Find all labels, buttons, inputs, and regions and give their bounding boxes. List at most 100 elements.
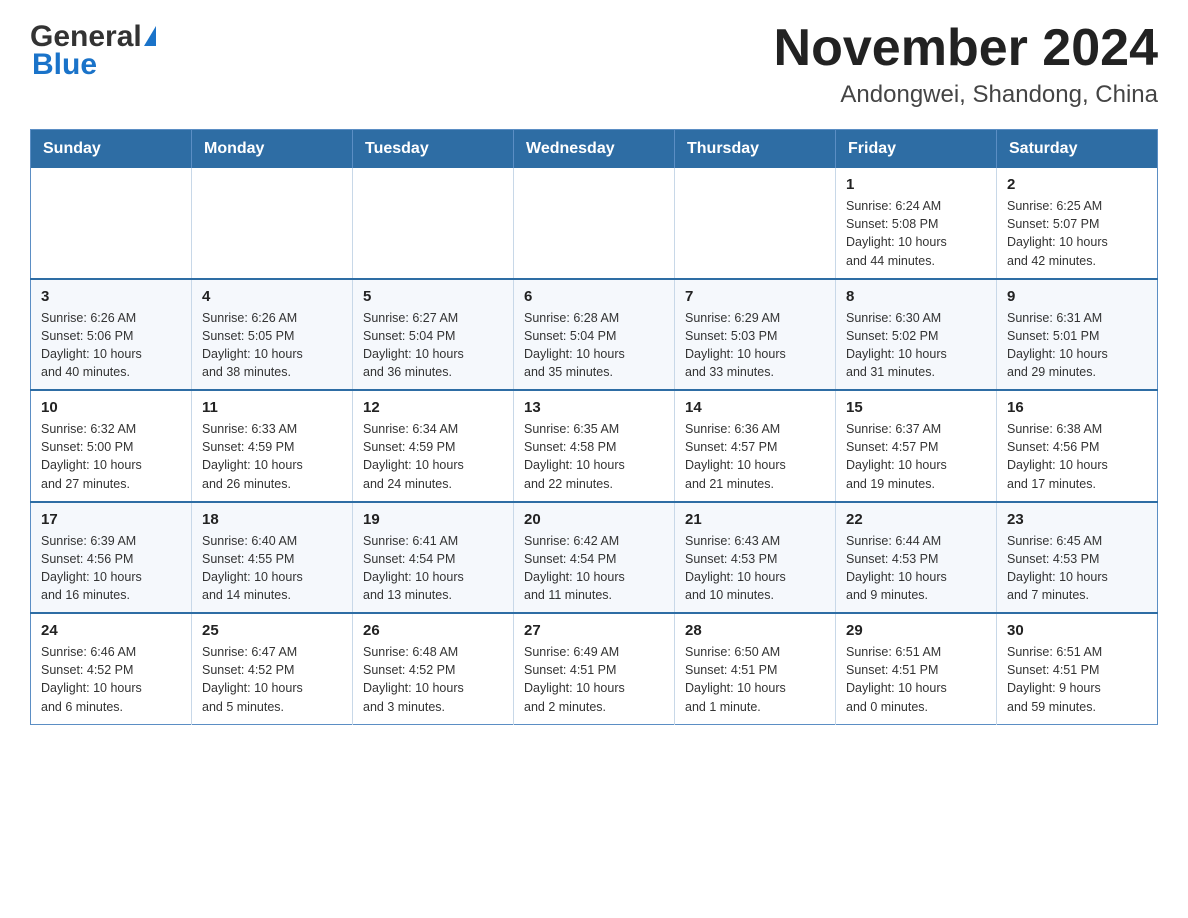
calendar-cell: 15 Sunrise: 6:37 AM Sunset: 4:57 PM Dayli…	[836, 390, 997, 502]
day-info: Sunrise: 6:27 AM Sunset: 5:04 PM Dayligh…	[363, 309, 503, 382]
calendar-cell: 29 Sunrise: 6:51 AM Sunset: 4:51 PM Dayli…	[836, 613, 997, 724]
day-info: Sunrise: 6:50 AM Sunset: 4:51 PM Dayligh…	[685, 643, 825, 716]
day-number: 25	[202, 622, 342, 639]
day-number: 26	[363, 622, 503, 639]
day-info: Sunrise: 6:49 AM Sunset: 4:51 PM Dayligh…	[524, 643, 664, 716]
calendar-cell: 7 Sunrise: 6:29 AM Sunset: 5:03 PM Daylig…	[675, 279, 836, 391]
day-info: Sunrise: 6:42 AM Sunset: 4:54 PM Dayligh…	[524, 532, 664, 605]
calendar-cell: 25 Sunrise: 6:47 AM Sunset: 4:52 PM Dayli…	[192, 613, 353, 724]
header-saturday: Saturday	[997, 130, 1158, 169]
day-number: 24	[41, 622, 181, 639]
calendar-cell	[675, 168, 836, 279]
day-number: 9	[1007, 288, 1147, 305]
calendar-cell: 18 Sunrise: 6:40 AM Sunset: 4:55 PM Dayli…	[192, 502, 353, 614]
day-info: Sunrise: 6:40 AM Sunset: 4:55 PM Dayligh…	[202, 532, 342, 605]
day-info: Sunrise: 6:38 AM Sunset: 4:56 PM Dayligh…	[1007, 420, 1147, 493]
calendar-cell: 10Sunrise: 6:32 AM Sunset: 5:00 PM Dayli…	[31, 390, 192, 502]
logo-blue: Blue	[32, 48, 97, 82]
day-number: 19	[363, 511, 503, 528]
calendar-cell: 20 Sunrise: 6:42 AM Sunset: 4:54 PM Dayli…	[514, 502, 675, 614]
day-info: Sunrise: 6:25 AM Sunset: 5:07 PM Dayligh…	[1007, 197, 1147, 270]
calendar-cell: 4 Sunrise: 6:26 AM Sunset: 5:05 PM Daylig…	[192, 279, 353, 391]
title-block: November 2024 Andongwei, Shandong, China	[774, 20, 1158, 109]
day-number: 1	[846, 176, 986, 193]
calendar-cell: 28Sunrise: 6:50 AM Sunset: 4:51 PM Dayli…	[675, 613, 836, 724]
day-number: 7	[685, 288, 825, 305]
day-number: 27	[524, 622, 664, 639]
day-info: Sunrise: 6:26 AM Sunset: 5:05 PM Dayligh…	[202, 309, 342, 382]
calendar-week-row: 24 Sunrise: 6:46 AM Sunset: 4:52 PM Dayli…	[31, 613, 1158, 724]
calendar-cell	[192, 168, 353, 279]
calendar-cell: 17Sunrise: 6:39 AM Sunset: 4:56 PM Dayli…	[31, 502, 192, 614]
day-info: Sunrise: 6:26 AM Sunset: 5:06 PM Dayligh…	[41, 309, 181, 382]
day-info: Sunrise: 6:51 AM Sunset: 4:51 PM Dayligh…	[846, 643, 986, 716]
header-sunday: Sunday	[31, 130, 192, 169]
day-info: Sunrise: 6:34 AM Sunset: 4:59 PM Dayligh…	[363, 420, 503, 493]
day-info: Sunrise: 6:44 AM Sunset: 4:53 PM Dayligh…	[846, 532, 986, 605]
day-number: 23	[1007, 511, 1147, 528]
header-monday: Monday	[192, 130, 353, 169]
logo: General Blue	[30, 20, 156, 82]
day-info: Sunrise: 6:48 AM Sunset: 4:52 PM Dayligh…	[363, 643, 503, 716]
day-number: 14	[685, 399, 825, 416]
calendar-cell: 27 Sunrise: 6:49 AM Sunset: 4:51 PM Dayli…	[514, 613, 675, 724]
calendar-cell: 22Sunrise: 6:44 AM Sunset: 4:53 PM Dayli…	[836, 502, 997, 614]
calendar-cell: 2 Sunrise: 6:25 AM Sunset: 5:07 PM Daylig…	[997, 168, 1158, 279]
calendar-cell	[31, 168, 192, 279]
calendar-cell: 1 Sunrise: 6:24 AM Sunset: 5:08 PM Daylig…	[836, 168, 997, 279]
header-thursday: Thursday	[675, 130, 836, 169]
day-number: 12	[363, 399, 503, 416]
calendar-cell: 26 Sunrise: 6:48 AM Sunset: 4:52 PM Dayli…	[353, 613, 514, 724]
day-info: Sunrise: 6:43 AM Sunset: 4:53 PM Dayligh…	[685, 532, 825, 605]
calendar-cell: 8 Sunrise: 6:30 AM Sunset: 5:02 PM Daylig…	[836, 279, 997, 391]
day-number: 20	[524, 511, 664, 528]
day-info: Sunrise: 6:37 AM Sunset: 4:57 PM Dayligh…	[846, 420, 986, 493]
calendar-table: Sunday Monday Tuesday Wednesday Thursday…	[30, 129, 1158, 725]
calendar-cell: 12 Sunrise: 6:34 AM Sunset: 4:59 PM Dayli…	[353, 390, 514, 502]
header-friday: Friday	[836, 130, 997, 169]
calendar-cell: 14Sunrise: 6:36 AM Sunset: 4:57 PM Dayli…	[675, 390, 836, 502]
day-number: 30	[1007, 622, 1147, 639]
calendar-header-row: Sunday Monday Tuesday Wednesday Thursday…	[31, 130, 1158, 169]
day-number: 18	[202, 511, 342, 528]
day-info: Sunrise: 6:51 AM Sunset: 4:51 PM Dayligh…	[1007, 643, 1147, 716]
calendar-cell: 13 Sunrise: 6:35 AM Sunset: 4:58 PM Dayli…	[514, 390, 675, 502]
day-info: Sunrise: 6:31 AM Sunset: 5:01 PM Dayligh…	[1007, 309, 1147, 382]
day-number: 21	[685, 511, 825, 528]
calendar-title: November 2024	[774, 20, 1158, 77]
day-number: 17	[41, 511, 181, 528]
calendar-week-row: 10Sunrise: 6:32 AM Sunset: 5:00 PM Dayli…	[31, 390, 1158, 502]
calendar-cell: 6Sunrise: 6:28 AM Sunset: 5:04 PM Daylig…	[514, 279, 675, 391]
day-info: Sunrise: 6:46 AM Sunset: 4:52 PM Dayligh…	[41, 643, 181, 716]
calendar-cell	[514, 168, 675, 279]
calendar-week-row: 3 Sunrise: 6:26 AM Sunset: 5:06 PM Daylig…	[31, 279, 1158, 391]
calendar-cell: 23Sunrise: 6:45 AM Sunset: 4:53 PM Dayli…	[997, 502, 1158, 614]
calendar-cell: 3 Sunrise: 6:26 AM Sunset: 5:06 PM Daylig…	[31, 279, 192, 391]
day-info: Sunrise: 6:33 AM Sunset: 4:59 PM Dayligh…	[202, 420, 342, 493]
calendar-cell	[353, 168, 514, 279]
day-info: Sunrise: 6:41 AM Sunset: 4:54 PM Dayligh…	[363, 532, 503, 605]
day-number: 6	[524, 288, 664, 305]
day-info: Sunrise: 6:24 AM Sunset: 5:08 PM Dayligh…	[846, 197, 986, 270]
header-tuesday: Tuesday	[353, 130, 514, 169]
calendar-cell: 11 Sunrise: 6:33 AM Sunset: 4:59 PM Dayli…	[192, 390, 353, 502]
day-info: Sunrise: 6:30 AM Sunset: 5:02 PM Dayligh…	[846, 309, 986, 382]
day-number: 3	[41, 288, 181, 305]
page-header: General Blue November 2024 Andongwei, Sh…	[30, 20, 1158, 109]
day-number: 2	[1007, 176, 1147, 193]
day-number: 11	[202, 399, 342, 416]
day-info: Sunrise: 6:29 AM Sunset: 5:03 PM Dayligh…	[685, 309, 825, 382]
day-info: Sunrise: 6:47 AM Sunset: 4:52 PM Dayligh…	[202, 643, 342, 716]
day-number: 15	[846, 399, 986, 416]
calendar-week-row: 1 Sunrise: 6:24 AM Sunset: 5:08 PM Daylig…	[31, 168, 1158, 279]
day-number: 29	[846, 622, 986, 639]
logo-triangle-icon	[144, 26, 156, 46]
day-number: 5	[363, 288, 503, 305]
day-number: 13	[524, 399, 664, 416]
day-number: 8	[846, 288, 986, 305]
day-info: Sunrise: 6:35 AM Sunset: 4:58 PM Dayligh…	[524, 420, 664, 493]
calendar-cell: 16Sunrise: 6:38 AM Sunset: 4:56 PM Dayli…	[997, 390, 1158, 502]
calendar-cell: 19 Sunrise: 6:41 AM Sunset: 4:54 PM Dayli…	[353, 502, 514, 614]
calendar-cell: 21 Sunrise: 6:43 AM Sunset: 4:53 PM Dayli…	[675, 502, 836, 614]
day-number: 4	[202, 288, 342, 305]
